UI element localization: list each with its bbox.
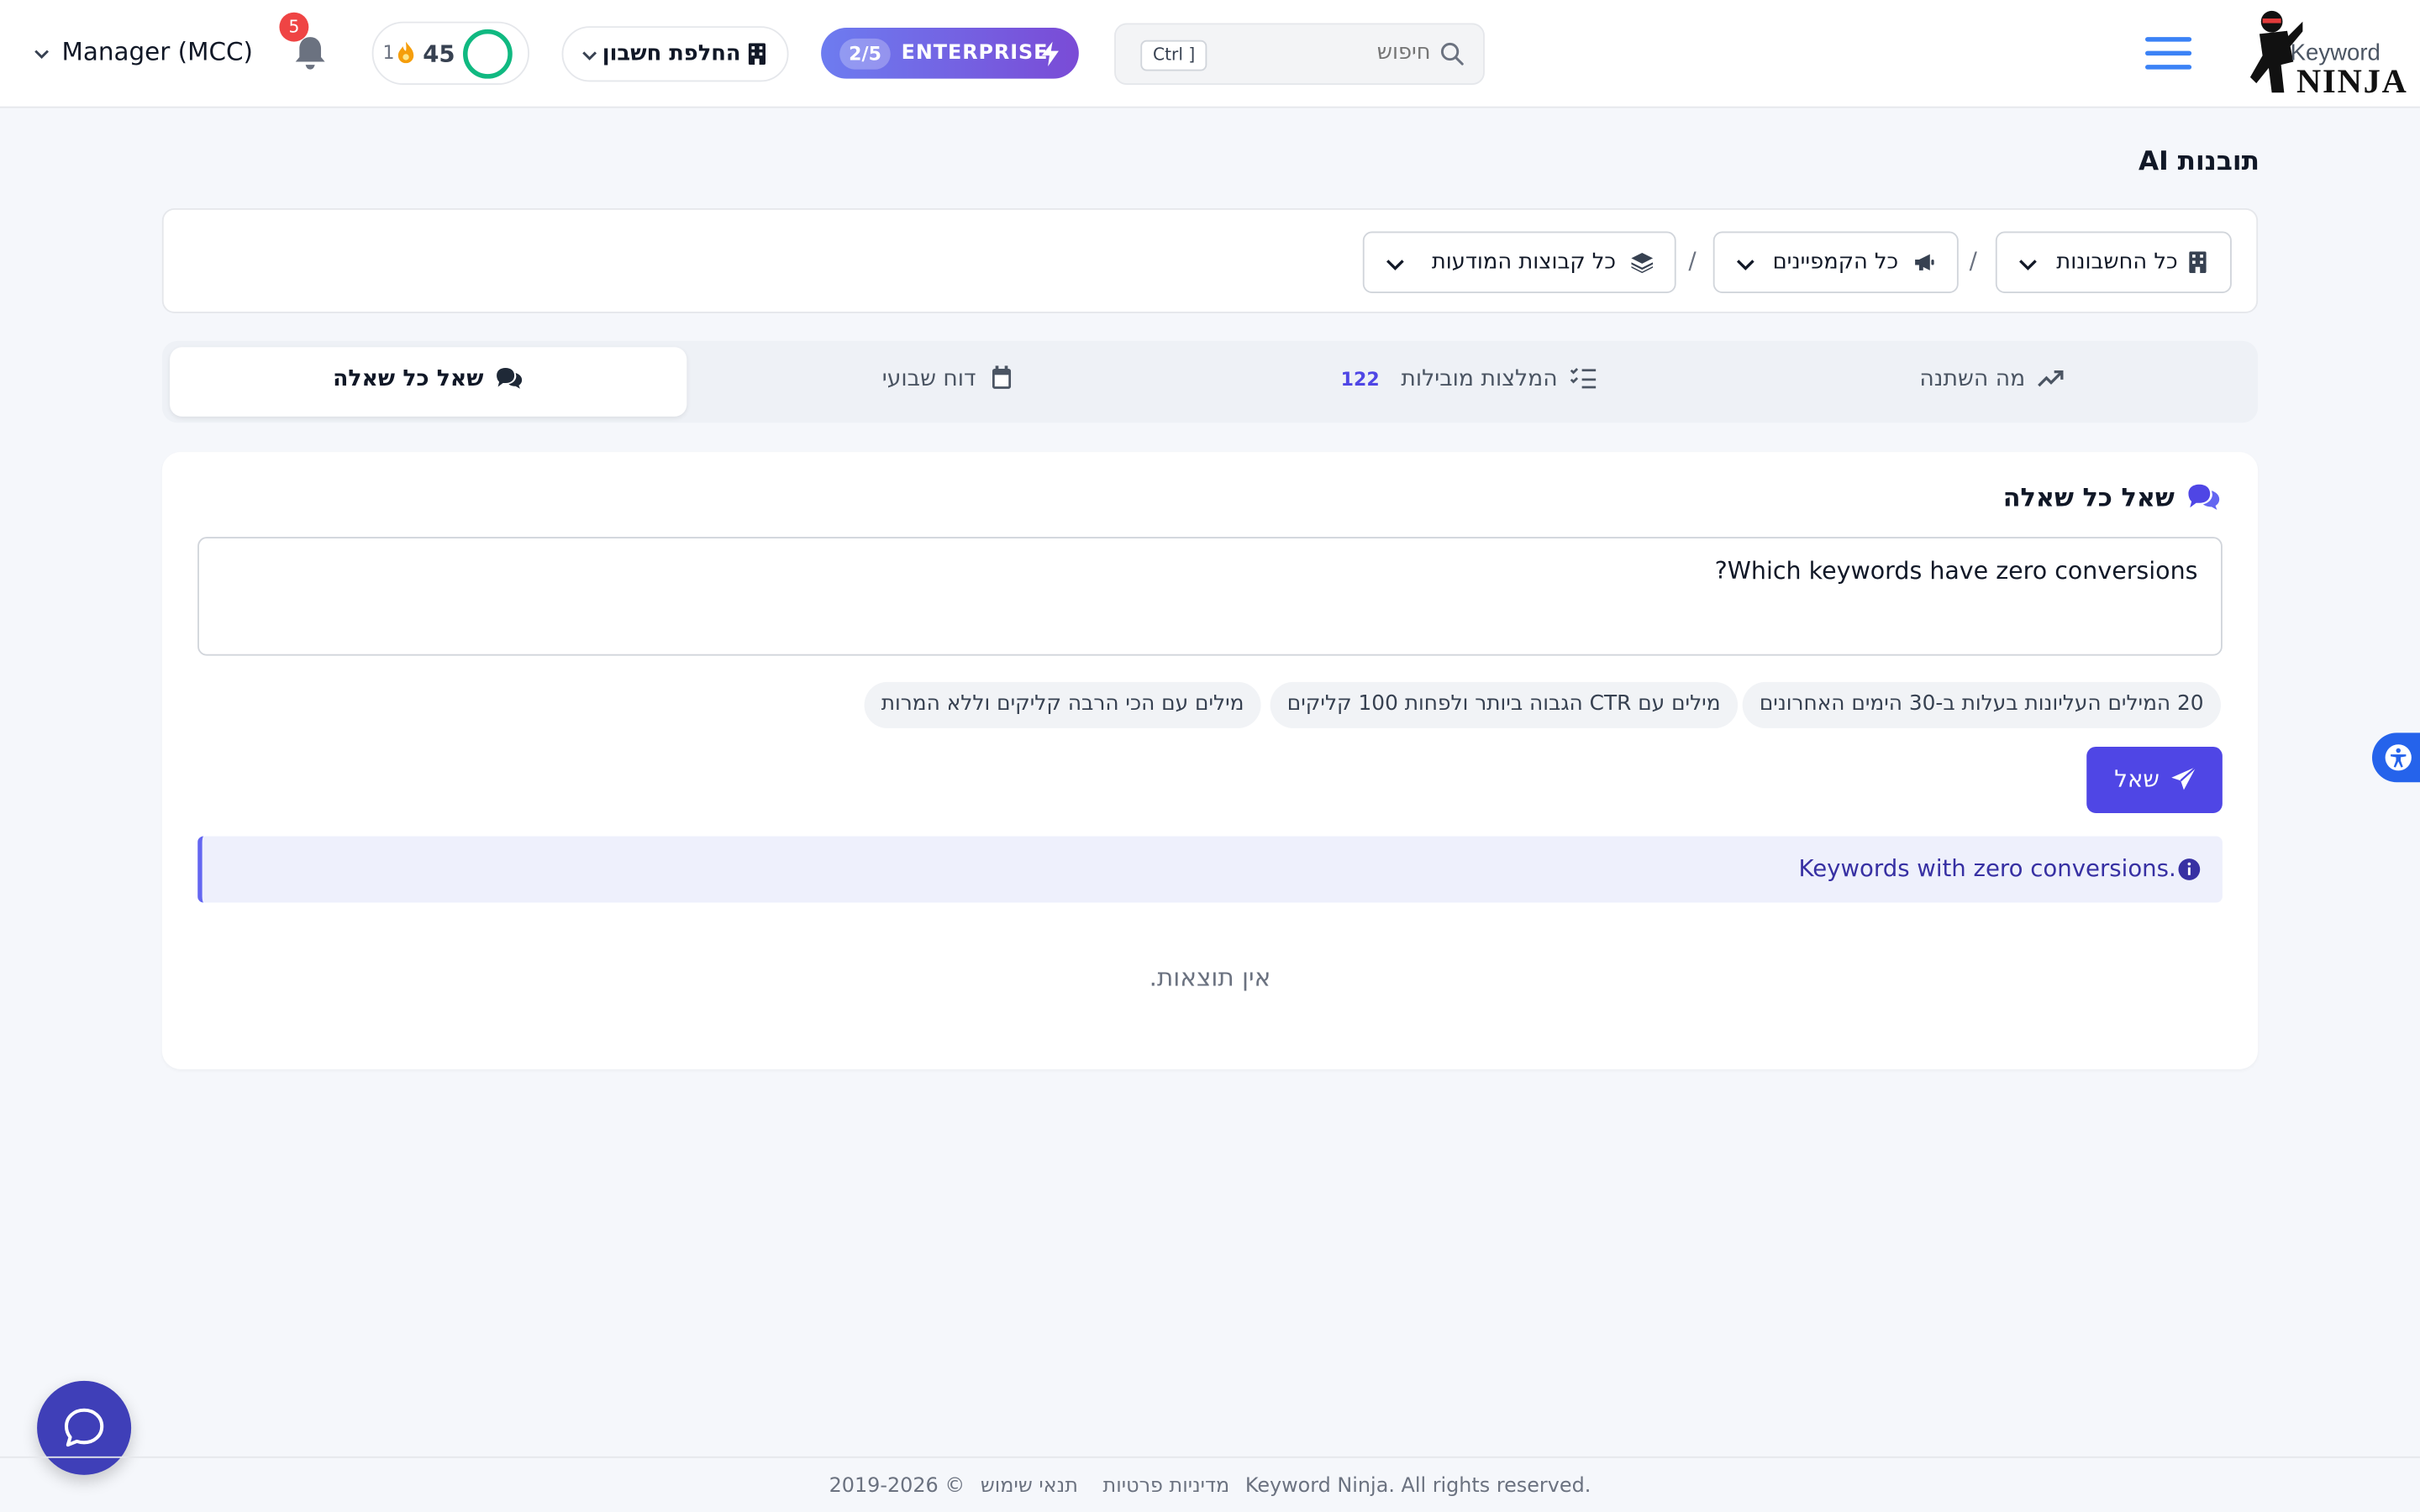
manager-label: Manager (MCC)	[61, 37, 253, 66]
search-input[interactable]	[1214, 39, 1431, 66]
accessibility-button[interactable]	[2372, 732, 2420, 783]
top-bar: Keyword NINJA Ctrl ] 2/5 ENTERPRISE	[0, 0, 2420, 108]
score-ring	[463, 29, 513, 79]
menu-toggle-button[interactable]	[2145, 31, 2192, 74]
chevron-down-icon	[582, 51, 597, 60]
checklist-icon	[1570, 367, 1597, 389]
campaigns-filter-label: כל הקמפיינים	[1772, 249, 1899, 275]
notification-badge: 5	[279, 12, 309, 42]
switch-account-button[interactable]: החלפת חשבון	[561, 26, 789, 82]
hamburger-line	[2145, 37, 2192, 42]
hamburger-line	[2145, 65, 2192, 70]
tab-top-recommendations[interactable]: המלצות מובילות 122	[1210, 347, 1728, 417]
switch-account-label: החלפת חשבון	[602, 41, 741, 66]
tab-label: מה השתנה	[1919, 367, 2026, 392]
comments-icon	[2188, 484, 2220, 511]
ask-anything-card: שאל כל שאלה 20 המילים העליונות בעלות ב-3…	[161, 452, 2259, 1069]
enterprise-count: 2/5	[839, 38, 891, 70]
insights-tabs: מה השתנה המלצות מובילות 122 דוח שבועי שאל…	[161, 340, 2259, 423]
tab-inner: שאל כל שאלה	[170, 365, 687, 392]
recommendations-count-badge: 122	[1340, 368, 1380, 391]
logo-text-bottom: NINJA	[2296, 61, 2408, 101]
accessibility-icon	[2385, 744, 2412, 771]
suggestion-chip[interactable]: 20 המילים העליונות בעלות ב-30 הימים האחר…	[1742, 681, 2221, 728]
ask-button-label: שאל	[2114, 765, 2160, 794]
layers-icon	[1631, 252, 1654, 274]
chevron-down-icon	[1736, 260, 1754, 270]
paper-plane-icon	[2171, 766, 2197, 790]
accounts-filter-label: כל החשבונות	[2056, 249, 2178, 275]
suggestion-chip[interactable]: מילים עם CTR הגבוה ביותר ולפחות 100 קליק…	[1270, 681, 1738, 728]
info-icon	[2178, 858, 2201, 880]
filter-separator: /	[1969, 246, 1977, 275]
brand-logo[interactable]: Keyword NINJA	[2241, 6, 2407, 102]
enterprise-label: ENTERPRISE	[901, 41, 1049, 66]
tab-weekly-report[interactable]: דוח שבועי	[690, 347, 1208, 417]
search-icon	[1440, 42, 1464, 66]
footer-text: מדיניות פרטיות תנאי שימוש © 2019-2026 Ke…	[0, 1475, 2420, 1499]
tab-inner: המלצות מובילות 122	[1210, 365, 1728, 392]
filter-separator: /	[1688, 246, 1697, 275]
fire-icon	[397, 41, 414, 64]
tab-label: שאל כל שאלה	[333, 367, 484, 392]
page-title: תובנות AI	[2138, 146, 2260, 178]
score-widget[interactable]: 45 1	[371, 21, 529, 86]
manager-account-menu[interactable]: Manager (MCC)	[34, 37, 253, 66]
chevron-down-icon	[1386, 260, 1404, 270]
comments-icon	[497, 367, 523, 389]
privacy-link[interactable]: מדיניות פרטיות	[1103, 1475, 1230, 1499]
megaphone-icon	[1915, 254, 1934, 270]
result-notice: Keywords with zero conversions.	[197, 836, 2223, 903]
tab-label: המלצות מובילות	[1401, 367, 1558, 392]
building-icon	[748, 43, 766, 66]
app-page: Keyword NINJA Ctrl ] 2/5 ENTERPRISE	[0, 0, 2420, 1512]
score-value: 45	[423, 39, 455, 68]
chevron-down-icon	[34, 49, 49, 59]
empty-results-text: אין תוצאות.	[1149, 963, 1271, 992]
campaigns-filter-select[interactable]: כל הקמפיינים	[1712, 231, 1959, 293]
accounts-filter-select[interactable]: כל החשבונות	[1995, 231, 2232, 293]
search-shortcut-hint: Ctrl ]	[1140, 39, 1207, 71]
notice-text: Keywords with zero conversions.	[1798, 854, 2176, 883]
hamburger-line	[2145, 50, 2192, 56]
enterprise-plan-button[interactable]: 2/5 ENTERPRISE	[821, 28, 1079, 79]
tab-inner: דוח שבועי	[690, 365, 1208, 392]
card-title: שאל כל שאלה	[2003, 483, 2221, 512]
card-title-label: שאל כל שאלה	[2002, 482, 2175, 512]
question-input[interactable]	[197, 537, 2223, 656]
tab-what-changed[interactable]: מה השתנה	[1733, 347, 2252, 417]
terms-link[interactable]: תנאי שימוש	[981, 1475, 1078, 1499]
adgroups-filter-label: כל קבוצות המודעות	[1431, 249, 1617, 275]
ask-button[interactable]: שאל	[2086, 746, 2223, 813]
chevron-down-icon	[2019, 260, 2037, 270]
bolt-icon	[1041, 41, 1059, 66]
tab-label: דוח שבועי	[881, 367, 976, 392]
search-box: Ctrl ]	[1114, 23, 1485, 86]
building-icon	[2189, 251, 2207, 274]
adgroups-filter-select[interactable]: כל קבוצות המודעות	[1362, 231, 1676, 293]
tab-ask-anything[interactable]: שאל כל שאלה	[170, 347, 687, 417]
chat-bubble-icon	[64, 1408, 104, 1447]
filter-bar: כל החשבונות / כל הקמפיינים / כל קבוצות ה…	[161, 207, 2259, 313]
suggestion-chip[interactable]: מילים עם הכי הרבה קליקים וללא המרות	[864, 681, 1261, 728]
calendar-icon	[992, 365, 1012, 389]
tab-inner: מה השתנה	[1733, 365, 2252, 392]
footer: מדיניות פרטיות תנאי שימוש © 2019-2026 Ke…	[0, 1456, 2420, 1512]
trend-up-icon	[2038, 370, 2064, 387]
streak-value: 1	[382, 41, 395, 64]
